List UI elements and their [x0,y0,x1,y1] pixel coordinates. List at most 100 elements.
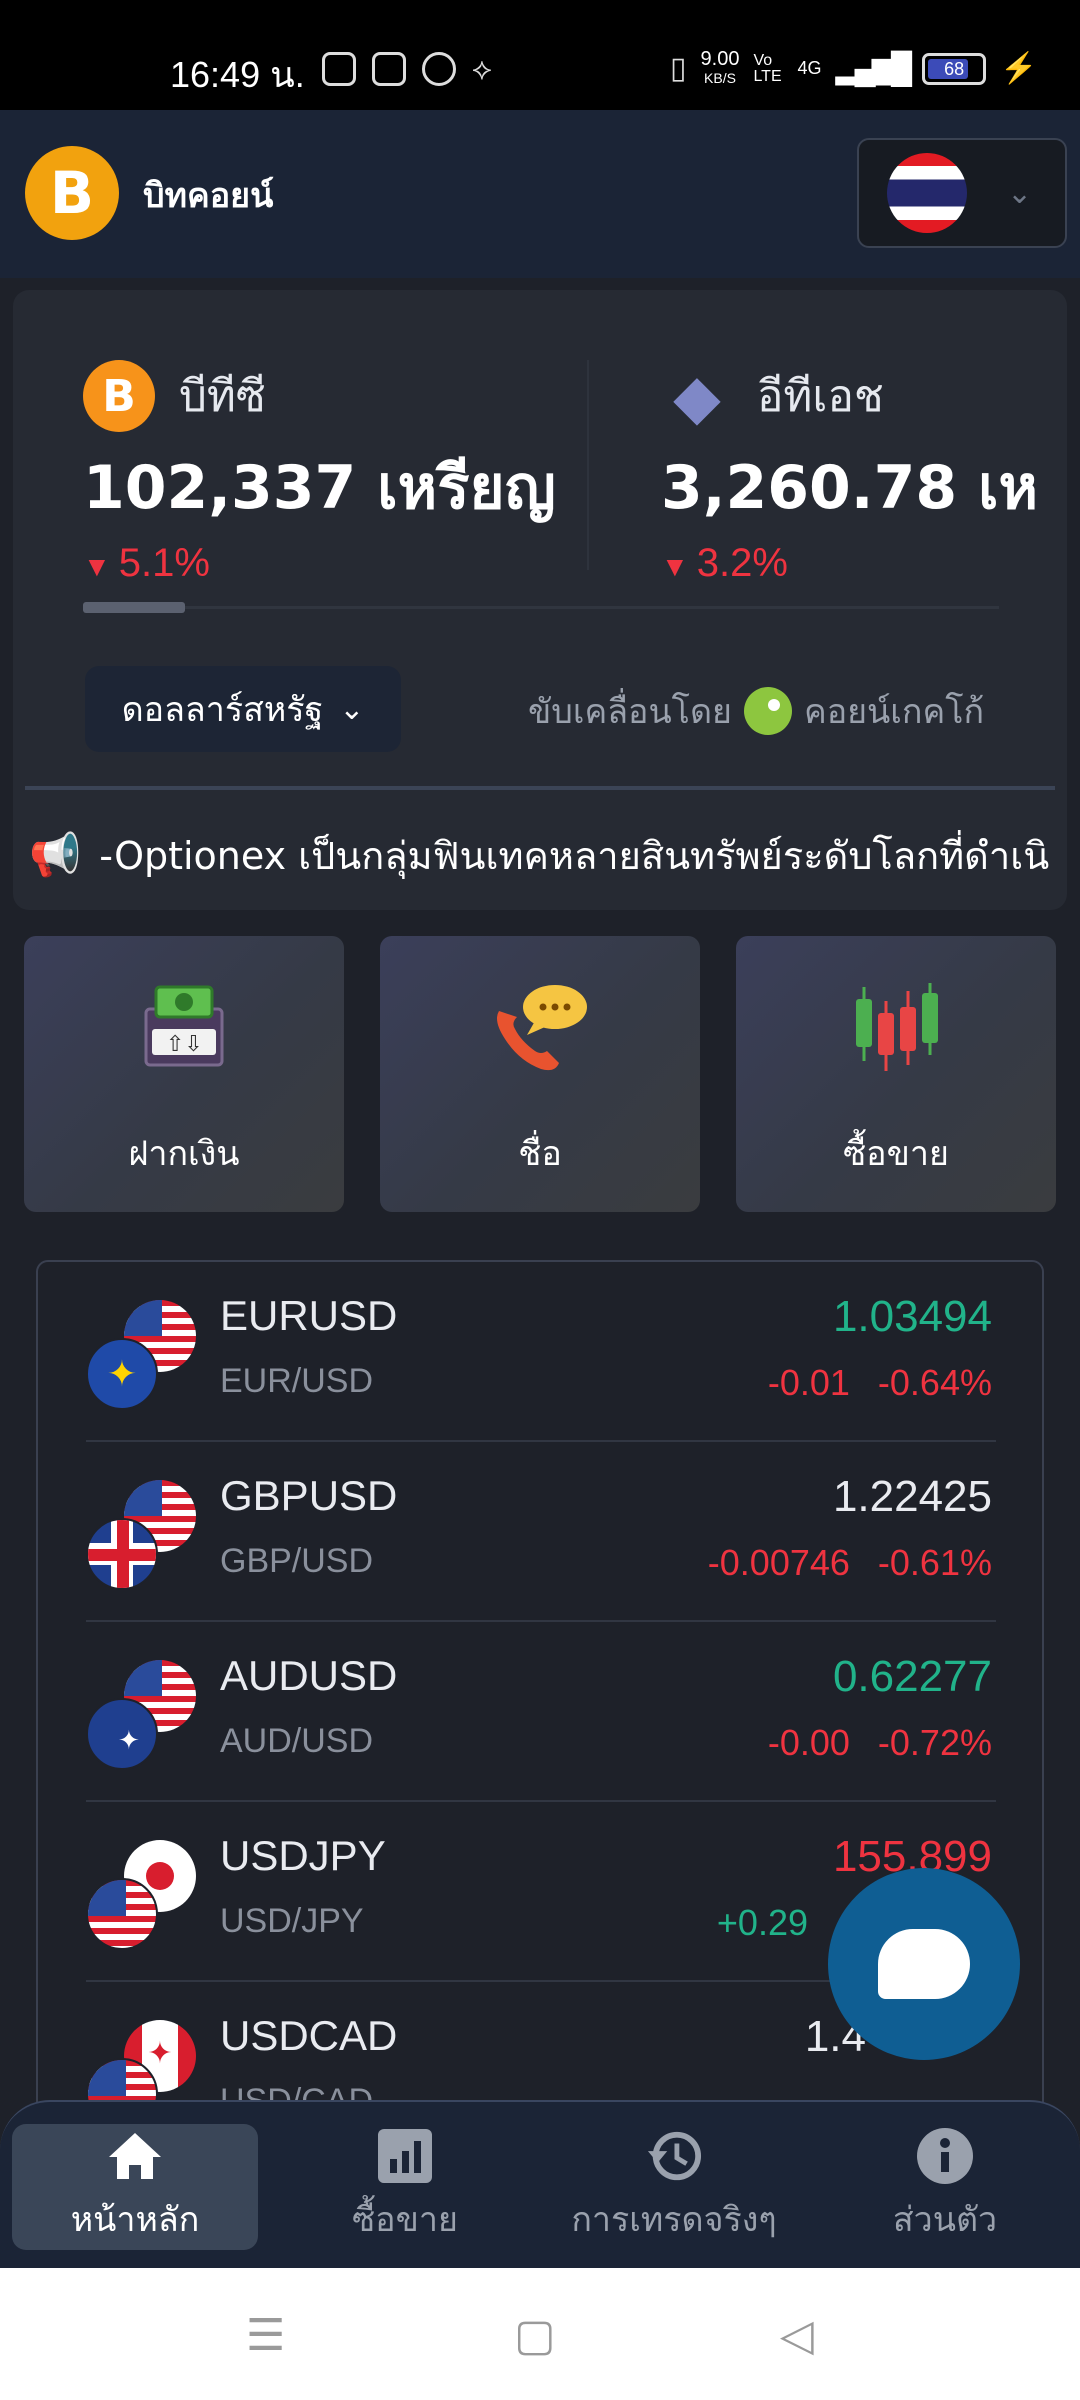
list-item-gbpusd[interactable]: GBPUSD GBP/USD 1.22425 -0.00746 -0.61% [86,1442,996,1622]
chevron-down-icon: ⌄ [339,691,365,727]
change-percent: -0.61% [877,1542,992,1583]
history-icon [646,2128,702,2184]
pair-symbol: AUDUSD [220,1652,398,1699]
currency-label: ดอลลาร์สหรัฐ [121,690,324,730]
pair-symbol: USDJPY [220,1832,386,1879]
battery-icon: 68 [922,52,987,85]
speed-value: 9.00 [700,48,740,70]
home-square-icon[interactable]: ▢ [514,2310,556,2361]
nav-home[interactable]: หน้าหลัก [12,2124,258,2250]
eu-flag-icon [86,1338,158,1410]
tile-label: ฝากเงิน [128,1134,240,1174]
notification-icons: ⟡ [322,52,492,87]
coin-price: 102,337 เหรียญ [83,453,556,523]
chevron-down-icon: ⌄ [1007,175,1033,211]
uk-flag-icon [86,1518,158,1590]
pair-change: +0.29 [717,1902,836,1944]
contact-tile[interactable]: ชื่อ [380,936,700,1212]
coin-btc[interactable]: B บีทีซี 102,337 เหรียญ ▼ 5.1% [83,360,556,586]
pair-name: USD/JPY [220,1902,364,1940]
carousel-track [83,606,999,609]
pair-symbol: GBPUSD [220,1472,398,1519]
coin-eth[interactable]: ◆ อีทีเอช 3,260.78 เห ▼ 3.2% [661,360,1038,586]
powered-by: ขับเคลื่อนโดย คอยน์เกคโก้ [528,684,984,738]
btc-icon-letter: B [102,370,136,422]
speed-unit: KB/S [704,70,736,86]
powered-by-brand[interactable]: คอยน์เกคโก้ [804,684,984,738]
down-triangle-icon: ▼ [83,551,111,582]
currency-flags [86,1660,196,1770]
crypto-ticker-card: B บีทีซี 102,337 เหรียญ ▼ 5.1% ◆ อีทีเอช … [13,290,1067,910]
nav-profile[interactable]: ส่วนตัว [880,2124,1010,2250]
currency-flags [86,1840,196,1950]
chat-bubble-icon [878,1929,970,1999]
menu-icon[interactable]: ☰ [246,2310,285,2361]
down-triangle-icon: ▼ [661,551,689,582]
btc-icon: B [83,360,155,432]
nav-label: การเทรดจริงๆ [571,2200,777,2240]
back-icon[interactable]: ◁ [780,2310,814,2361]
nav-label: ซื้อขาย [352,2200,458,2240]
change-value: -0.01 [767,1362,850,1403]
chat-button[interactable] [828,1868,1020,2060]
coin-divider [587,360,589,570]
pair-symbol: EURUSD [220,1292,398,1339]
coin-name: อีทีเอช [757,371,884,422]
change-value: -0.00 [767,1722,850,1763]
nav-trade[interactable]: ซื้อขาย [310,2124,500,2250]
svg-text:⇧⇩: ⇧⇩ [166,1032,203,1057]
system-indicators: ▯ 9.00 KB/S Vo LTE 4G ▂▄▆█ 68 ⚡ [670,48,1037,87]
coin-price: 3,260.78 เห [661,453,1039,523]
pair-price: 1.22425 [832,1472,992,1521]
home-icon [107,2128,163,2184]
bottom-nav: หน้าหลัก ซื้อขาย การเทรดจริงๆ ส่วนตัว [0,2100,1080,2268]
volte-label: Vo LTE [753,51,782,85]
coin-change: ▼ 3.2% [661,541,1038,586]
system-nav-bar: ☰ ▢ ◁ [0,2268,1080,2400]
change-percent: -0.72% [877,1722,992,1763]
network-speed: 9.00 KB/S [700,48,740,87]
pair-name: AUD/USD [220,1722,374,1760]
pair-change: -0.00 -0.72% [768,1722,992,1764]
announcement-text: -Optionex เป็นกลุ่มฟินเทคหลายสินทรัพย์ระ… [99,833,1050,878]
thailand-flag-icon [887,153,967,233]
tile-label: ซื้อขาย [843,1134,949,1174]
candlestick-icon [736,981,1056,1077]
status-time: 16:49 น. [170,54,305,95]
list-item-audusd[interactable]: AUDUSD AUD/USD 0.62277 -0.00 -0.72% [86,1622,996,1802]
powered-by-label: ขับเคลื่อนโดย [528,692,732,732]
currency-flags [86,1480,196,1590]
currency-dropdown[interactable]: ดอลลาร์สหรัฐ ⌄ [85,666,401,752]
megaphone-icon: 📢 [29,830,82,879]
deposit-tile[interactable]: ⇧⇩ ฝากเงิน [24,936,344,1212]
trade-tile[interactable]: ซื้อขาย [736,936,1056,1212]
announcement-marquee[interactable]: 📢 -Optionex เป็นกลุ่มฟินเทคหลายสินทรัพย์… [29,820,1059,890]
eth-icon: ◆ [661,360,733,433]
nav-live-trading[interactable]: การเทรดจริงๆ [562,2124,786,2250]
status-bar: 16:49 น. ⟡ ▯ 9.00 KB/S Vo LTE 4G ▂▄▆█ 68… [0,0,1080,110]
language-selector[interactable]: ⌄ [857,138,1067,248]
list-item-eurusd[interactable]: EURUSD EUR/USD 1.03494 -0.01 -0.64% [86,1262,996,1442]
pair-price: 1.03494 [832,1292,992,1341]
deposit-icon: ⇧⇩ [24,981,344,1077]
nav-label: ส่วนตัว [892,2200,998,2240]
battery-level: 68 [944,58,965,79]
bitcoin-logo-icon: B [25,146,119,240]
currency-flags [86,1300,196,1410]
change-value: +0.29 [716,1902,808,1943]
coin-change-value: 5.1% [118,541,210,585]
shopee-icon [372,52,406,86]
coin-change-value: 3.2% [696,541,788,585]
app-title: บิทคอยน์ [143,176,274,216]
pair-price: 0.62277 [832,1652,992,1701]
nav-label: หน้าหลัก [70,2200,200,2240]
australia-flag-icon [86,1698,158,1770]
pinterest-icon [422,52,456,86]
change-percent: -0.64% [877,1362,992,1403]
instagram-icon [322,52,356,86]
carousel-indicator[interactable] [83,602,185,613]
coin-change: ▼ 5.1% [83,541,556,586]
divider [25,786,1055,790]
app-header: B บิทคอยน์ ⌄ [0,110,1080,278]
pair-change: -0.00746 -0.61% [708,1542,992,1584]
